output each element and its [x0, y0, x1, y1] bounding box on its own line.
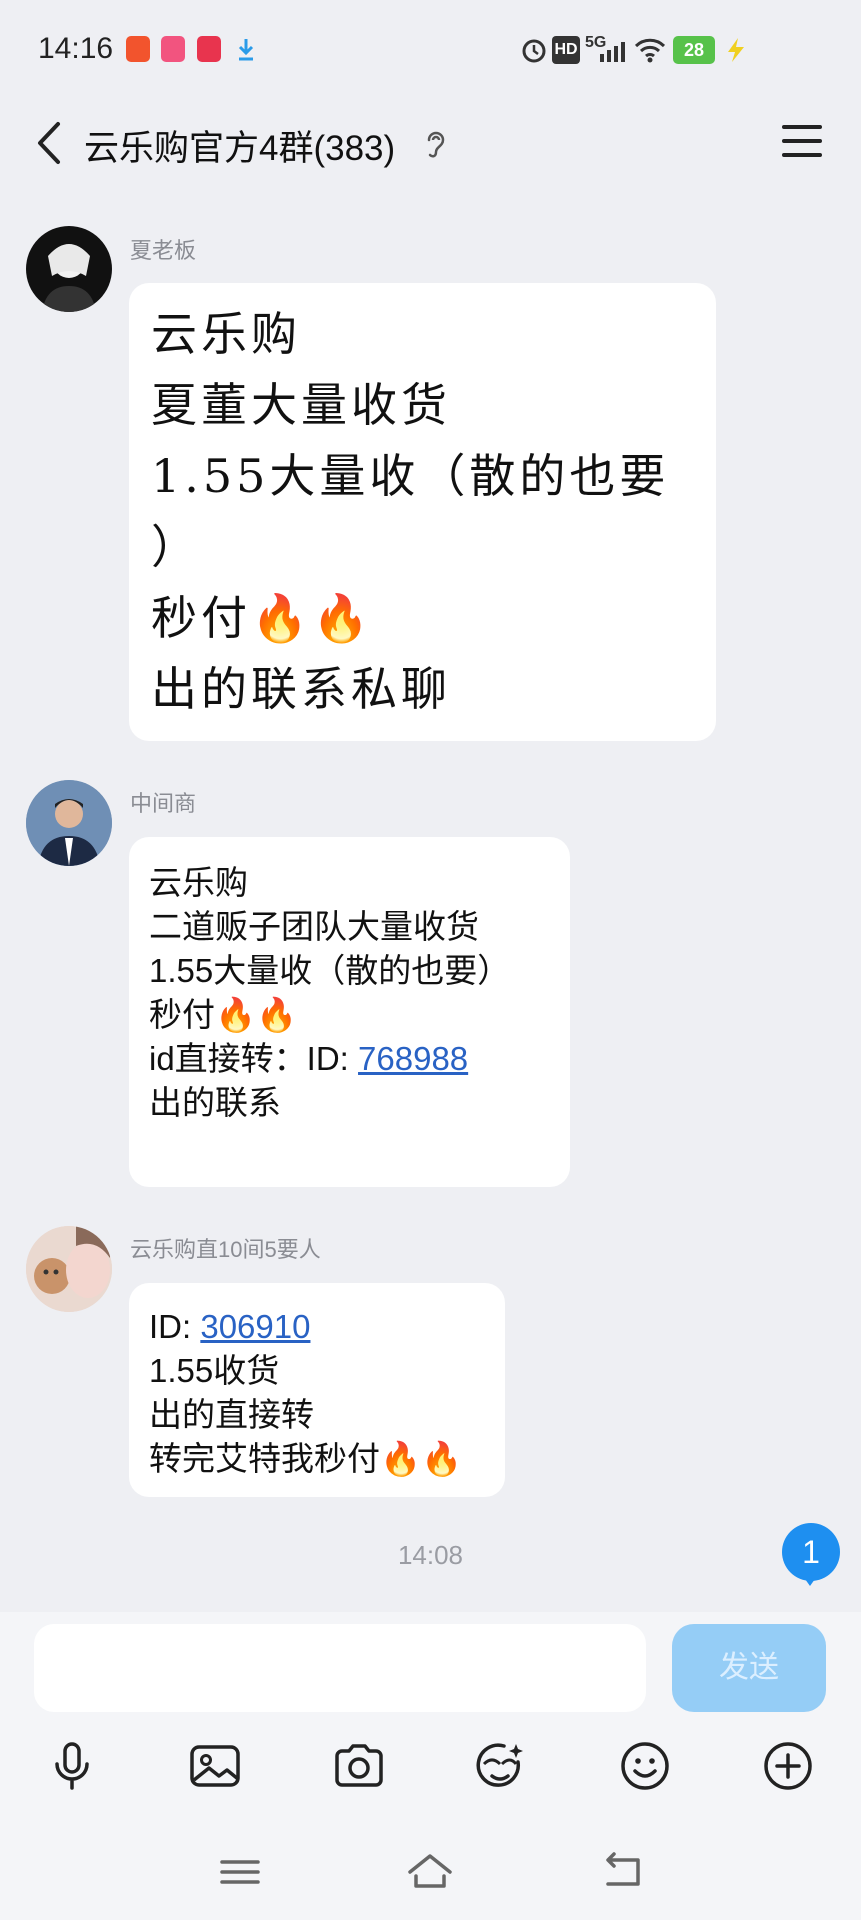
message-line: 1.55大量收（散的也要）	[149, 952, 511, 989]
message-line: id直接转：ID: 768988	[149, 1037, 550, 1081]
download-icon	[238, 39, 254, 61]
message-line: 云乐购	[151, 307, 301, 361]
message-timestamp: 14:08	[397, 1540, 464, 1570]
alarm-icon	[522, 39, 546, 63]
message-line: 转完艾特我秒付🔥🔥	[149, 1440, 463, 1477]
sender-name: 夏老板	[130, 238, 197, 263]
id-prefix: ID:	[149, 1308, 201, 1345]
message-line: ）	[151, 520, 201, 574]
message-line: 秒付🔥🔥	[149, 996, 298, 1033]
message-line: 云乐购	[149, 864, 248, 901]
message-line: 出的直接转	[149, 1396, 314, 1433]
message-line: 1.55大量收（散的也要	[151, 449, 670, 503]
back-icon[interactable]	[596, 1848, 652, 1896]
message-bubble[interactable]: 云乐购 夏董大量收货 1.55大量收（散的也要 ） 秒付🔥🔥 出的联系私聊	[129, 283, 716, 741]
ear-icon	[427, 131, 445, 158]
menu-icon[interactable]	[778, 118, 826, 164]
sender-name: 云乐购直10间5要人	[130, 1237, 321, 1262]
message-line: 出的联系	[149, 1084, 281, 1121]
image-icon[interactable]	[187, 1738, 243, 1794]
back-arrow-icon[interactable]	[30, 118, 70, 168]
avatar[interactable]	[26, 226, 112, 312]
charging-icon	[728, 38, 744, 62]
status-bar: 14:16 HD 5G 28	[0, 0, 861, 100]
message-bubble[interactable]: 云乐购 二道贩子团队大量收货 1.55大量收（散的也要） 秒付🔥🔥 id直接转：…	[129, 837, 570, 1187]
home-icon[interactable]	[402, 1848, 458, 1896]
app-notification-icon	[197, 36, 221, 62]
sticker-icon[interactable]	[472, 1738, 528, 1794]
id-link[interactable]: 768988	[358, 1040, 468, 1077]
message-line: 出的联系私聊	[151, 662, 451, 716]
id-link[interactable]: 306910	[200, 1308, 310, 1345]
id-prefix: id直接转：ID:	[149, 1040, 359, 1077]
wifi-icon	[634, 38, 666, 63]
emoji-icon[interactable]	[617, 1738, 673, 1794]
message-line: 夏董大量收货	[151, 378, 451, 432]
message-line: 秒付🔥🔥	[151, 591, 374, 645]
message-input[interactable]	[34, 1624, 646, 1712]
recent-apps-icon[interactable]	[212, 1848, 268, 1896]
message-bubble[interactable]: ID: 306910 1.55收货 出的直接转 转完艾特我秒付🔥🔥	[129, 1283, 505, 1497]
battery-icon: 28	[673, 36, 715, 64]
sender-name: 中间商	[130, 791, 197, 816]
group-title[interactable]: 云乐购官方4群(383)	[84, 120, 395, 171]
message-line: ID: 306910	[149, 1305, 485, 1349]
plus-icon[interactable]	[760, 1738, 816, 1794]
message-line: 二道贩子团队大量收货	[149, 908, 479, 945]
avatar[interactable]	[26, 1226, 112, 1312]
signal-icon	[600, 42, 625, 62]
microphone-icon[interactable]	[44, 1738, 100, 1794]
avatar[interactable]	[26, 780, 112, 866]
status-time: 14:16	[38, 32, 114, 65]
unread-badge-tail	[800, 1572, 820, 1586]
camera-icon[interactable]	[331, 1738, 387, 1794]
message-line: 1.55收货	[149, 1352, 280, 1389]
app-notification-icon	[161, 36, 185, 62]
app-notification-icon	[126, 36, 150, 62]
send-button[interactable]: 发送	[672, 1624, 826, 1712]
hd-icon: HD	[552, 36, 580, 64]
